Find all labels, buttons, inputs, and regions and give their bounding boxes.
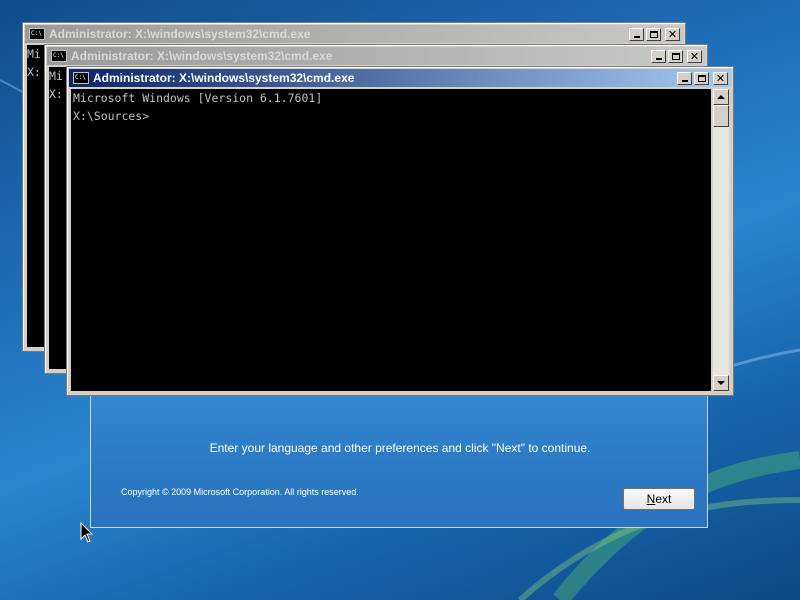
arrow-up-icon xyxy=(717,95,725,99)
console-titlebar[interactable]: C:\ Administrator: X:\windows\system32\c… xyxy=(47,47,705,65)
maximize-icon xyxy=(649,30,658,38)
minimize-button[interactable] xyxy=(677,71,692,85)
minimize-icon xyxy=(681,80,688,82)
close-button[interactable]: ✕ xyxy=(665,27,680,41)
maximize-button[interactable] xyxy=(668,49,683,63)
arrow-down-icon xyxy=(717,381,725,385)
console-output[interactable]: Microsoft Windows [Version 6.1.7601] X:\S… xyxy=(71,89,711,391)
console-title: Administrator: X:\windows\system32\cmd.e… xyxy=(71,49,333,63)
copyright-text: Copyright © 2009 Microsoft Corporation. … xyxy=(121,487,359,497)
minimize-button[interactable] xyxy=(651,49,666,63)
mouse-cursor-icon xyxy=(80,522,94,543)
next-button[interactable]: Next xyxy=(623,488,695,510)
scroll-thumb[interactable] xyxy=(713,105,729,127)
close-icon: ✕ xyxy=(715,71,726,85)
cmd-icon: C:\ xyxy=(73,72,89,84)
close-button[interactable]: ✕ xyxy=(687,49,702,63)
minimize-icon xyxy=(633,36,640,38)
close-icon: ✕ xyxy=(667,27,678,41)
minimize-icon xyxy=(655,58,662,60)
setup-window: Enter your language and other preference… xyxy=(90,378,708,528)
maximize-icon xyxy=(697,74,706,82)
scroll-up-button[interactable] xyxy=(713,89,729,105)
console-line: X:\Sources> xyxy=(73,109,150,123)
cmd-icon: C:\ xyxy=(51,50,67,62)
close-button[interactable]: ✕ xyxy=(713,71,728,85)
console-title: Administrator: X:\windows\system32\cmd.e… xyxy=(49,27,311,41)
next-button-label: ext xyxy=(655,492,672,506)
cmd-icon: C:\ xyxy=(29,28,45,40)
minimize-button[interactable] xyxy=(629,27,644,41)
close-icon: ✕ xyxy=(689,49,700,63)
console-titlebar[interactable]: C:\ Administrator: X:\windows\system32\c… xyxy=(25,25,683,43)
scroll-down-button[interactable] xyxy=(713,375,729,391)
console-titlebar[interactable]: C:\ Administrator: X:\windows\system32\c… xyxy=(69,69,731,87)
console-window-front[interactable]: C:\ Administrator: X:\windows\system32\c… xyxy=(66,66,734,396)
console-line: Microsoft Windows [Version 6.1.7601] xyxy=(73,91,323,105)
console-title: Administrator: X:\windows\system32\cmd.e… xyxy=(93,71,355,85)
setup-instruction-text: Enter your language and other preference… xyxy=(209,441,591,455)
maximize-button[interactable] xyxy=(646,27,661,41)
maximize-icon xyxy=(671,52,680,60)
maximize-button[interactable] xyxy=(694,71,709,85)
vertical-scrollbar[interactable] xyxy=(713,89,729,391)
